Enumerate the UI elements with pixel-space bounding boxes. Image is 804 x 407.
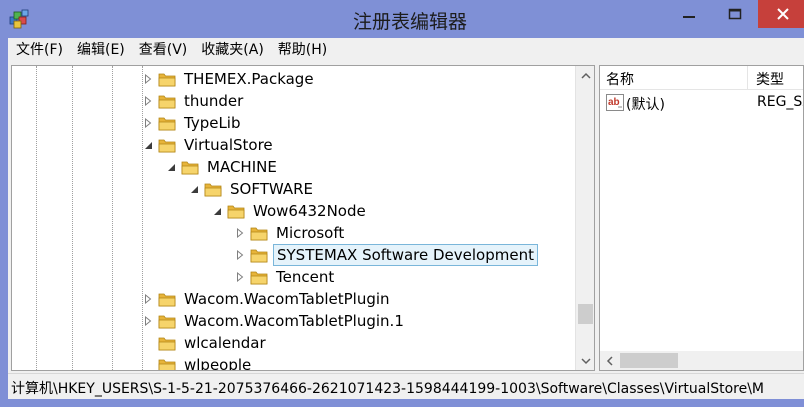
folder-icon <box>250 225 268 241</box>
tree-item[interactable]: SYSTEMAX Software Development <box>234 244 538 266</box>
key-tree-pane[interactable]: THEMEX.Package thunder TypeLib VirtualStore… <box>11 65 595 371</box>
pane-area: THEMEX.Package thunder TypeLib VirtualStore… <box>8 62 804 373</box>
expand-arrow-icon[interactable] <box>142 315 154 327</box>
minimize-icon <box>683 16 695 18</box>
expand-arrow-icon[interactable] <box>234 227 246 239</box>
expand-arrow-icon[interactable] <box>234 249 246 261</box>
tree-item-label: Wacom.WacomTabletPlugin <box>184 290 390 308</box>
tree-item-label: MACHINE <box>207 158 277 176</box>
folder-icon <box>181 159 199 175</box>
close-button[interactable] <box>758 0 804 28</box>
tree-vertical-scrollbar[interactable] <box>575 66 594 370</box>
minimize-button[interactable] <box>666 0 712 28</box>
tree-item-label: wlcalendar <box>184 334 266 352</box>
menu-bar: 文件(F) 编辑(E) 查看(V) 收藏夹(A) 帮助(H) <box>8 38 804 62</box>
value-name: (默认) <box>626 97 665 113</box>
svg-text:ab: ab <box>608 97 620 108</box>
expand-arrow-icon[interactable] <box>142 95 154 107</box>
tree-guide-line <box>36 66 37 370</box>
menu-help[interactable]: 帮助(H) <box>271 38 334 62</box>
collapse-arrow-icon[interactable] <box>142 139 154 151</box>
tree-item-label: VirtualStore <box>184 136 273 154</box>
tree-item[interactable]: THEMEX.Package <box>142 68 317 90</box>
column-header-name[interactable]: 名称 <box>606 69 634 89</box>
column-header-type[interactable]: 类型 <box>756 69 784 89</box>
tree-item[interactable]: thunder <box>142 90 246 112</box>
tree-item-label: SOFTWARE <box>230 180 314 198</box>
tree-guide-line <box>112 66 113 370</box>
scroll-down-button[interactable] <box>576 351 594 370</box>
folder-icon <box>227 203 245 219</box>
tree-item[interactable]: Tencent <box>234 266 337 288</box>
collapse-arrow-icon[interactable] <box>188 183 200 195</box>
folder-icon <box>204 181 222 197</box>
tree-item-label: TypeLib <box>184 114 241 132</box>
tree-connector <box>142 359 154 370</box>
tree-connector <box>142 337 154 349</box>
tree-item[interactable]: Microsoft <box>234 222 347 244</box>
folder-icon <box>158 93 176 109</box>
expand-arrow-icon[interactable] <box>142 117 154 129</box>
menu-file[interactable]: 文件(F) <box>8 38 70 62</box>
collapse-arrow-icon[interactable] <box>211 205 223 217</box>
tree-item[interactable]: wlpeople <box>142 354 254 371</box>
tree-item[interactable]: Wacom.WacomTabletPlugin <box>142 288 393 310</box>
folder-icon <box>158 137 176 153</box>
tree-item[interactable]: VirtualStore <box>142 134 276 156</box>
tree-item-label: Wow6432Node <box>253 202 366 220</box>
value-type: REG_SZ <box>757 94 803 110</box>
expand-arrow-icon[interactable] <box>142 73 154 85</box>
menu-edit[interactable]: 编辑(E) <box>70 38 132 62</box>
scroll-thumb[interactable] <box>578 304 593 324</box>
tree-item[interactable]: TypeLib <box>142 112 244 134</box>
status-path: 计算机\HKEY_USERS\S-1-5-21-2075376466-26210… <box>11 381 765 397</box>
close-icon <box>777 8 789 20</box>
tree-item-label: Microsoft <box>276 224 345 242</box>
chevron-up-icon <box>580 72 591 79</box>
tree-item[interactable]: wlcalendar <box>142 332 269 354</box>
status-bar: 计算机\HKEY_USERS\S-1-5-21-2075376466-26210… <box>8 373 804 399</box>
maximize-icon <box>728 8 742 20</box>
value-list-pane[interactable]: 名称 类型 ab (默认) REG_SZ <box>599 65 804 371</box>
menu-favorites[interactable]: 收藏夹(A) <box>194 38 271 62</box>
tree-item-label: Tencent <box>276 268 335 286</box>
column-separator[interactable] <box>747 66 748 90</box>
folder-icon <box>158 291 176 307</box>
string-value-icon: ab <box>606 94 624 111</box>
maximize-button[interactable] <box>712 0 758 28</box>
list-header: 名称 类型 <box>600 66 803 90</box>
tree-item-label: wlpeople <box>184 356 252 371</box>
scroll-up-button[interactable] <box>576 66 594 85</box>
tree-guide-line <box>72 66 73 370</box>
folder-icon <box>158 335 176 351</box>
chevron-down-icon <box>580 357 591 364</box>
registry-editor-window: 注册表编辑器 文件(F) 编辑(E) 查看(V) 收藏夹(A) 帮助(H) TH… <box>0 0 804 407</box>
horizontal-scroll-thumb[interactable] <box>620 353 678 368</box>
value-row[interactable]: ab (默认) REG_SZ <box>600 93 803 113</box>
expand-arrow-icon[interactable] <box>142 293 154 305</box>
scroll-left-button[interactable] <box>600 351 619 370</box>
tree-item[interactable]: MACHINE <box>165 156 280 178</box>
tree-item-label: Wacom.WacomTabletPlugin.1 <box>184 312 404 330</box>
folder-icon <box>250 247 268 263</box>
tree-item-label: THEMEX.Package <box>184 70 314 88</box>
expand-arrow-icon[interactable] <box>234 271 246 283</box>
tree-item-label: SYSTEMAX Software Development <box>273 244 538 266</box>
tree-item-label: thunder <box>184 92 244 110</box>
title-bar[interactable]: 注册表编辑器 <box>0 0 804 38</box>
folder-icon <box>158 313 176 329</box>
tree-item[interactable]: Wow6432Node <box>211 200 369 222</box>
folder-icon <box>158 71 176 87</box>
folder-icon <box>158 357 176 370</box>
list-horizontal-scrollbar[interactable] <box>600 351 803 370</box>
collapse-arrow-icon[interactable] <box>165 161 177 173</box>
tree-item[interactable]: Wacom.WacomTabletPlugin.1 <box>142 310 407 332</box>
tree-item[interactable]: SOFTWARE <box>188 178 316 200</box>
folder-icon <box>250 269 268 285</box>
chevron-left-icon <box>606 355 613 366</box>
menu-view[interactable]: 查看(V) <box>132 38 195 62</box>
folder-icon <box>158 115 176 131</box>
